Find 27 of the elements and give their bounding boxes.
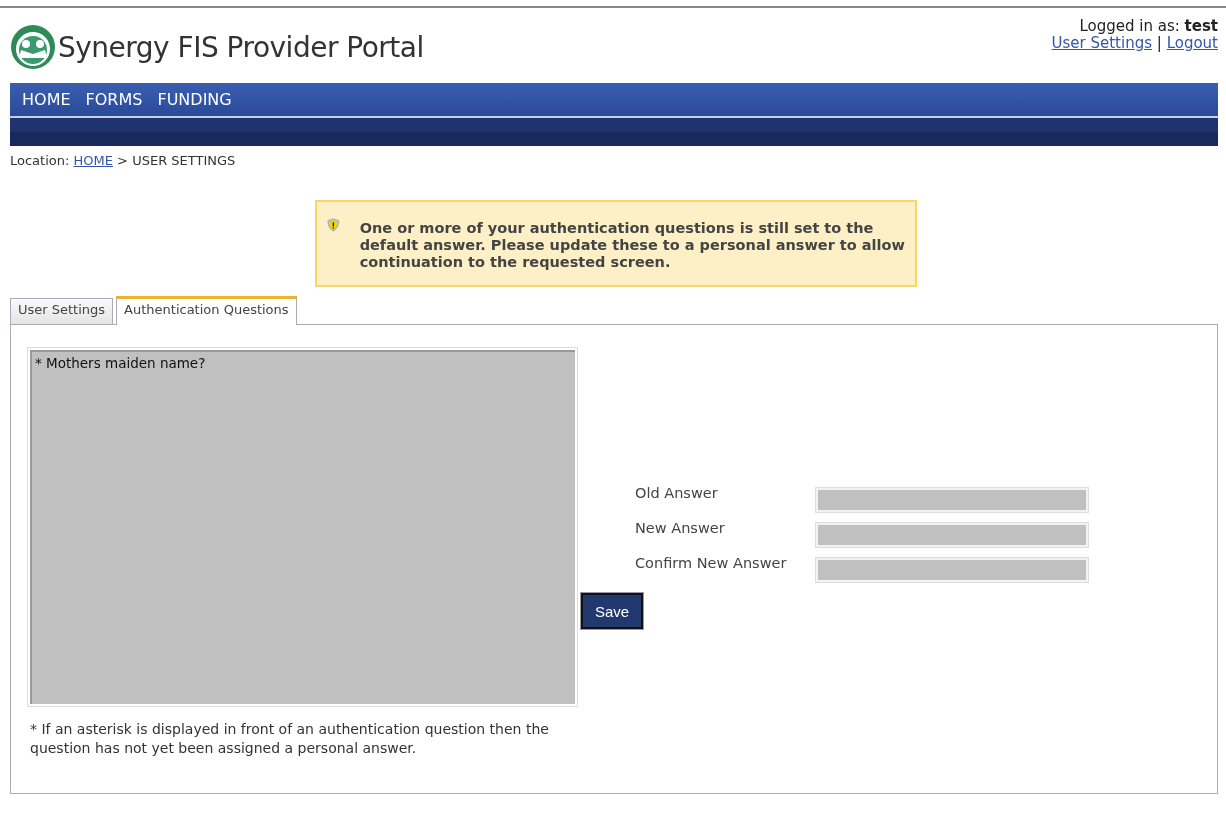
field-label: Confirm New Answer xyxy=(635,554,788,571)
location-label: Location: xyxy=(10,153,70,168)
nav-item[interactable]: FORMS xyxy=(81,90,145,109)
breadcrumb-separator: > xyxy=(117,153,128,168)
nav-item[interactable]: FUNDING xyxy=(153,90,234,109)
header-link[interactable]: User Settings xyxy=(1051,34,1152,52)
question-list[interactable]: * Mothers maiden name? xyxy=(28,348,577,706)
logged-in-label: Logged in as: xyxy=(1079,17,1180,35)
input-field[interactable] xyxy=(816,557,1088,582)
alert-message: One or more of your authentication questions is still set to the default answer. Please update these to a personal answer to allow continuation to the requested screen. xyxy=(359,220,905,272)
username: test xyxy=(1184,17,1218,35)
tab[interactable]: Authentication Questions xyxy=(116,296,297,325)
field-label: Old Answer xyxy=(635,484,719,501)
field-label: New Answer xyxy=(635,519,726,536)
link-separator: | xyxy=(1156,34,1162,52)
nav-item[interactable]: HOME xyxy=(18,90,73,109)
breadcrumb-link[interactable]: HOME xyxy=(73,153,113,168)
breadcrumb-current: USER SETTINGS xyxy=(132,153,236,168)
save-button[interactable]: Save xyxy=(581,593,643,629)
footnote: * If an asterisk is displayed in front of an authentication question then the question has not yet been assigned a personal answer. xyxy=(30,720,550,758)
question-item[interactable]: * Mothers maiden name? xyxy=(35,355,570,371)
portal-title: Synergy FIS Provider Portal xyxy=(58,30,424,64)
header-link[interactable]: Logout xyxy=(1166,34,1218,52)
tab[interactable]: User Settings xyxy=(10,298,114,324)
logo-icon xyxy=(10,24,56,70)
input-field[interactable] xyxy=(816,522,1088,547)
input-field[interactable] xyxy=(816,487,1088,512)
